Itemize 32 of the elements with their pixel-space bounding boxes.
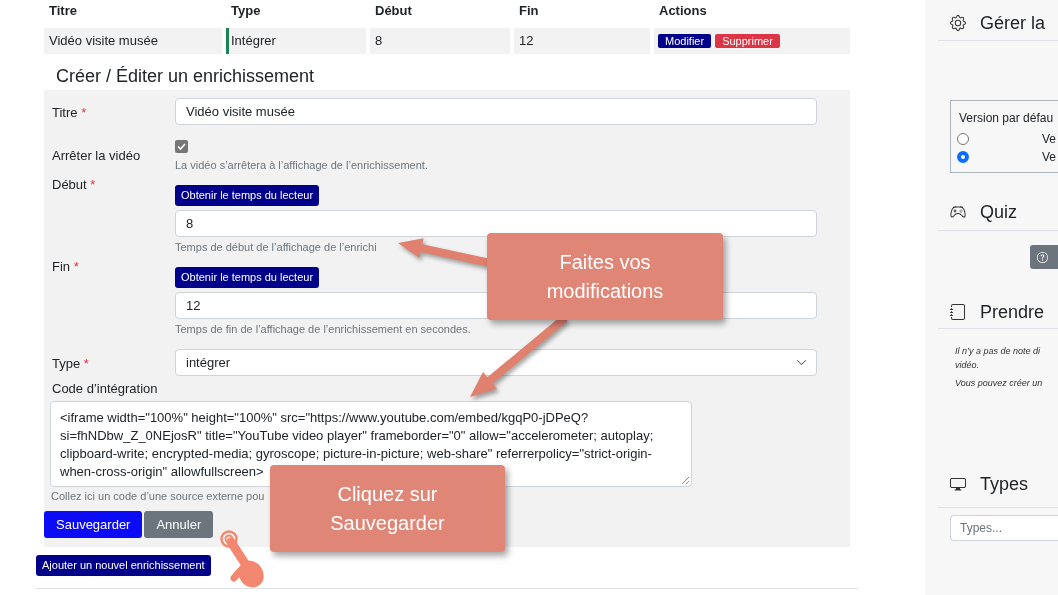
column-header: Type — [231, 2, 261, 21]
column-header: Début — [375, 2, 412, 21]
field-label: Titre * — [52, 104, 87, 120]
help-text: Temps de fin de l’affichage de l’enrichissement en secondes. — [175, 322, 471, 336]
field-label: Type * — [52, 355, 89, 371]
field-label: Arrêter la vidéo — [52, 148, 141, 163]
help-text: Temps de début de l’affichage de l’enrichi — [175, 240, 377, 254]
table-cell: 12 — [514, 28, 650, 54]
section-heading: Prendre — [980, 301, 1045, 324]
table-cell: Vidéo visite musée — [44, 28, 222, 54]
panel-label: Version par défau — [958, 110, 1054, 126]
note-text: vidéo. — [955, 359, 980, 372]
annotation-tooltip: Cliquez sur Sauvegarder — [270, 465, 505, 552]
table-cell: 8 — [370, 28, 510, 54]
section-heading: Gérer la — [980, 12, 1046, 35]
column-header: Actions — [659, 2, 707, 21]
table-cell: Intégrer — [226, 28, 366, 54]
field-label: Début * — [52, 177, 96, 192]
radio-label: Ve — [1042, 149, 1056, 165]
note-text: Vous pouvez créer un — [955, 377, 1043, 390]
form-title: Créer / Éditer un enrichissement — [56, 65, 315, 88]
section-heading: Types — [980, 473, 1029, 496]
annotation-tooltip: Faites vos modifications — [487, 233, 723, 320]
column-header: Fin — [519, 2, 539, 21]
radio-label: Ve — [1042, 131, 1056, 147]
help-text: Collez ici un code d’une source externe pou — [51, 489, 265, 503]
field-label: Code d’intégration — [52, 381, 158, 396]
field-label: Fin * — [52, 259, 79, 274]
help-text: La vidéo s’arrêtera à l’affichage de l’enrichissement. — [175, 158, 428, 172]
note-text: Il n’y a pas de note di — [955, 345, 1041, 358]
column-header: Titre — [49, 2, 77, 21]
section-heading: Quiz — [980, 201, 1017, 224]
